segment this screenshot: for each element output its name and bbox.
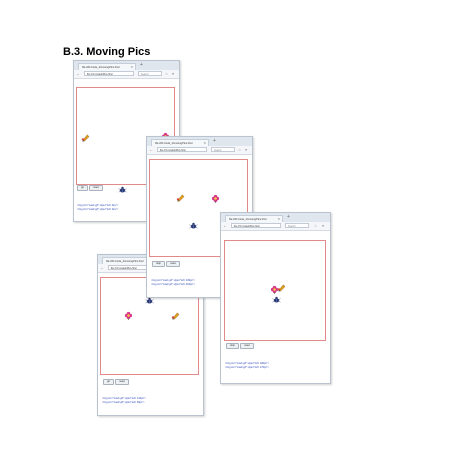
- browser-tab[interactable]: file:///D:/code_4/movingPics.html ✕: [225, 215, 283, 222]
- menu-icon[interactable]: ≡: [245, 147, 247, 153]
- tab-title: file:///D:/code_4/movingPics.html: [82, 66, 120, 69]
- bug-sprite-icon: [118, 185, 127, 194]
- tab-title: file:///D:/code_4/movingPics.html: [155, 142, 193, 145]
- address-bar[interactable]: file:///C:/code4/Pics.html: [157, 147, 207, 152]
- star-icon[interactable]: ☆: [238, 147, 241, 153]
- menu-icon[interactable]: ≡: [172, 71, 174, 77]
- code-line: <img src="cow2.gif" style="left: 93px">: [102, 401, 145, 404]
- page-content: stop reset <img src="cow1.gif" style="le…: [221, 231, 330, 383]
- new-tab-icon[interactable]: +: [213, 138, 216, 145]
- new-tab-icon[interactable]: +: [140, 62, 143, 69]
- code-line: <img src="cow2.gif" style="left: 0px">: [77, 208, 119, 211]
- address-bar[interactable]: file:///C:/code4/Pics.html: [231, 223, 281, 228]
- menu-icon[interactable]: ≡: [322, 223, 324, 229]
- star-icon[interactable]: ☆: [314, 223, 317, 229]
- reset-button[interactable]: reset: [240, 343, 254, 349]
- code-line: <img src="cow2.gif" style="left: 304px">: [151, 283, 195, 286]
- tab-bar: file:///D:/code_4/movingPics.html ✕ +: [221, 213, 330, 222]
- flower-sprite-icon: [124, 311, 133, 320]
- back-arrow-icon[interactable]: ←: [100, 265, 104, 271]
- back-arrow-icon[interactable]: ←: [223, 223, 227, 229]
- nav-bar: ← file:///C:/code4/Pics.html Search ☆ ≡: [74, 70, 179, 79]
- stop-button[interactable]: stop: [152, 261, 165, 267]
- new-tab-icon[interactable]: +: [287, 214, 290, 221]
- star-icon[interactable]: ☆: [165, 71, 168, 77]
- search-input[interactable]: Search: [138, 71, 162, 76]
- go-button[interactable]: go: [77, 185, 88, 191]
- reset-button[interactable]: reset: [115, 379, 129, 385]
- flower-sprite-icon: [211, 194, 220, 203]
- tab-title: file:///D:/code_4/movingPics.html: [106, 260, 144, 263]
- pencil-sprite-icon: [176, 193, 185, 202]
- section-heading: B.3. Moving Pics: [63, 46, 151, 58]
- picture-stage: [224, 240, 326, 341]
- back-arrow-icon[interactable]: ←: [149, 147, 153, 153]
- tab-bar: file:///D:/code_4/movingPics.html ✕ +: [147, 137, 252, 146]
- browser-window-3: file:///D:/code_4/movingPics.html ✕ + ← …: [220, 212, 331, 384]
- reset-button[interactable]: reset: [89, 185, 103, 191]
- go-button[interactable]: go: [103, 379, 114, 385]
- nav-bar: ← file:///C:/code4/Pics.html Search ☆ ≡: [221, 222, 330, 231]
- stop-button[interactable]: stop: [226, 343, 239, 349]
- code-line: <img src="cow2.gif" style="left: 176px">: [225, 366, 269, 369]
- browser-tab[interactable]: file:///D:/code_4/movingPics.html ✕: [78, 63, 136, 70]
- nav-bar: ← file:///C:/code4/Pics.html Search ☆ ≡: [147, 146, 252, 155]
- bug-sprite-icon: [189, 221, 198, 230]
- tab-bar: file:///D:/code_4/movingPics.html ✕ +: [74, 61, 179, 70]
- search-input[interactable]: Search: [211, 147, 235, 152]
- pencil-sprite-icon: [171, 311, 180, 320]
- bug-sprite-icon: [272, 295, 281, 304]
- address-bar[interactable]: file:///C:/code4/Pics.html: [84, 71, 134, 76]
- pencil-sprite-icon: [277, 283, 286, 292]
- search-input[interactable]: Search: [285, 223, 309, 228]
- pencil-sprite-icon: [81, 133, 90, 142]
- back-arrow-icon[interactable]: ←: [76, 71, 80, 77]
- browser-tab[interactable]: file:///D:/code_4/movingPics.html ✕: [151, 139, 209, 146]
- reset-button[interactable]: reset: [166, 261, 180, 267]
- tab-title: file:///D:/code_4/movingPics.html: [229, 218, 267, 221]
